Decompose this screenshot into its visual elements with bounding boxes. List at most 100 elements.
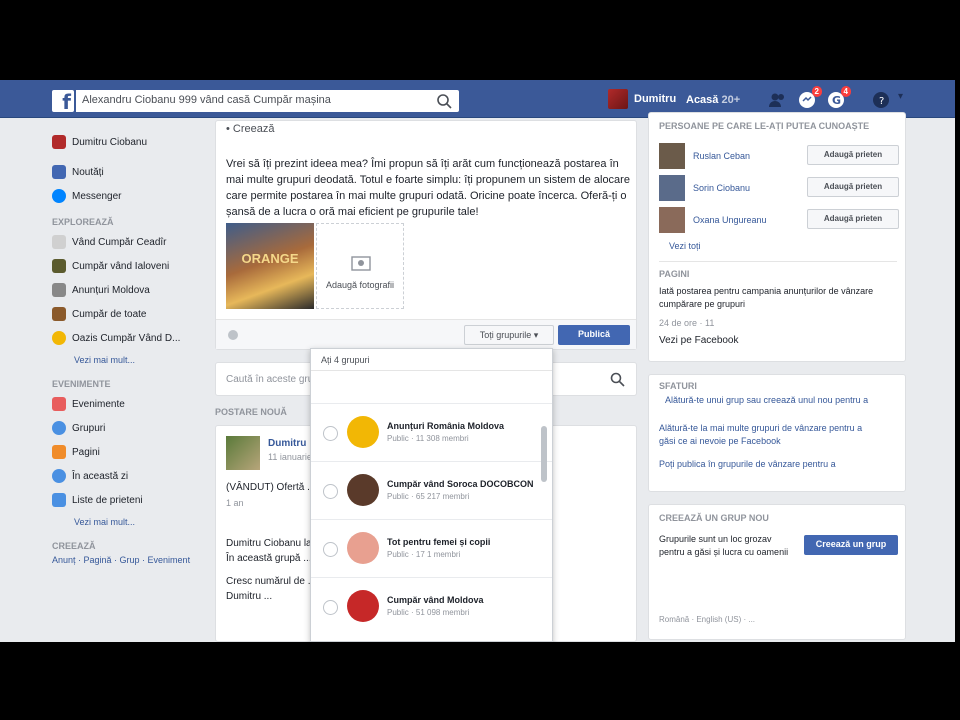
group-option[interactable]: Tot pentru femei și copii Public · 17 1 …	[311, 519, 552, 577]
add-photo-button[interactable]: Adaugă fotografii	[316, 223, 404, 309]
sidebar-item-on-this-day[interactable]: În această zi	[52, 464, 202, 488]
avatar[interactable]	[226, 436, 260, 470]
group-radio[interactable]	[323, 426, 338, 441]
sidebar-item-events[interactable]: Evenimente	[52, 392, 202, 416]
explore-see-more[interactable]: Vezi mai mult...	[52, 350, 202, 370]
language-links[interactable]: Română · English (US) · ...	[659, 615, 755, 624]
home-count: 20+	[721, 94, 741, 106]
tip-line[interactable]: găsi ce ai nevoie pe Facebook	[659, 436, 781, 446]
sidebar-item-label: Cumpăr vând Ialoveni	[72, 260, 170, 272]
suggest-header: PERSOANE PE CARE LE-AȚI PUTEA CUNOAȘTE	[659, 121, 870, 131]
friend-requests-icon[interactable]	[768, 91, 786, 109]
group-option-name: Tot pentru femei și copii	[387, 537, 491, 547]
group-option-name: Anunțuri România Moldova	[387, 421, 504, 431]
sidebar-item-news-feed[interactable]: Noutăți	[52, 160, 202, 184]
messages-icon[interactable]: 2	[798, 86, 822, 109]
notifications-badge: 4	[840, 86, 851, 97]
person-row: Ruslan Ceban Adaugă prieten	[659, 143, 899, 171]
groups-icon	[52, 421, 66, 435]
help-icon[interactable]: ?	[872, 91, 890, 109]
post-text-line: Dumitru Ciobanu la ...	[226, 538, 323, 549]
composer-textarea[interactable]: Vrei să îți prezint ideea mea? Îmi propu…	[226, 156, 630, 220]
pages-header: PAGINI	[659, 269, 690, 279]
create-group-button[interactable]: Creează un grup	[804, 535, 898, 555]
facebook-window: f Alexandru Ciobanu 999 vând casă Cumpăr…	[0, 80, 955, 642]
add-friend-button[interactable]: Adaugă prieten	[807, 209, 899, 229]
sidebar-item-groups[interactable]: Grupuri	[52, 416, 202, 440]
sidebar-profile-label: Dumitru Ciobanu	[72, 136, 148, 148]
publish-button[interactable]: Publică	[558, 325, 630, 345]
search-input[interactable]: Alexandru Ciobanu 999 vând casă Cumpăr m…	[76, 90, 459, 112]
sidebar-item-messenger[interactable]: Messenger	[52, 184, 202, 208]
tip-line[interactable]: Alătură-te la mai multe grupuri de vânza…	[659, 423, 862, 433]
person-name[interactable]: Oxana Ungureanu	[693, 215, 767, 225]
group-option[interactable]: Cumpăr vând Moldova Public · 51 098 memb…	[311, 577, 552, 635]
search-icon	[610, 372, 625, 387]
attached-photo[interactable]	[226, 223, 314, 309]
tip-line[interactable]: Poți publica în grupurile de vânzare pen…	[659, 459, 836, 469]
person-name[interactable]: Ruslan Ceban	[693, 151, 750, 161]
post-text-line: 1 an	[226, 498, 244, 508]
feed-section-label: POSTARE NOUĂ	[215, 407, 287, 417]
sidebar-group-item[interactable]: Cumpăr vând Ialoveni	[52, 254, 202, 278]
group-avatar	[347, 416, 379, 448]
group-option[interactable]: Cumpăr vând Soroca DOCOBCON Public · 65 …	[311, 461, 552, 519]
sidebar-profile[interactable]: Dumitru Ciobanu	[52, 130, 202, 154]
dropdown-scrollbar[interactable]	[541, 426, 547, 482]
sidebar-item-label: Cumpăr de toate	[72, 308, 147, 320]
group-avatar	[347, 532, 379, 564]
people-suggestions-card: PERSOANE PE CARE LE-AȚI PUTEA CUNOAȘTE R…	[648, 112, 906, 362]
group-radio[interactable]	[323, 484, 338, 499]
sidebar-item-friend-lists[interactable]: Liste de prieteni	[52, 488, 202, 512]
facebook-logo[interactable]: f	[52, 90, 74, 112]
home-link[interactable]: Acasă 20+	[686, 94, 740, 106]
news-feed-icon	[52, 165, 66, 179]
see-all-link[interactable]: Vezi toți	[669, 241, 701, 251]
avatar[interactable]	[659, 175, 685, 201]
chevron-down-icon: ▾	[533, 330, 539, 340]
sidebar-group-item[interactable]: Cumpăr de toate	[52, 302, 202, 326]
svg-text:?: ?	[879, 96, 884, 107]
sidebar-item-label: Noutăți	[72, 166, 104, 178]
create-group-text: Grupurile sunt un loc grozav pentru a gă…	[659, 534, 789, 557]
left-sidebar: Dumitru Ciobanu Noutăți Messenger EXPLOR…	[52, 130, 202, 567]
pages-link[interactable]: Vezi pe Facebook	[659, 335, 739, 346]
add-friend-button[interactable]: Adaugă prieten	[807, 177, 899, 197]
flag-icon	[52, 445, 66, 459]
search-button[interactable]	[431, 90, 459, 112]
notifications-icon[interactable]: G 4	[827, 86, 851, 109]
audience-selector[interactable]: Toți grupurile ▾	[464, 325, 554, 345]
avatar[interactable]	[659, 143, 685, 169]
sidebar-item-label: În această zi	[72, 470, 129, 482]
post-text-line: În această grupă ...	[226, 553, 312, 564]
sidebar-item-label: Evenimente	[72, 398, 125, 410]
sidebar-group-item[interactable]: Anunțuri Moldova	[52, 278, 202, 302]
tips-header: SFATURI	[659, 381, 697, 391]
profile-link[interactable]: Dumitru	[608, 89, 676, 109]
group-icon	[52, 307, 66, 321]
group-option[interactable]: Anunțuri România Moldova Public · 11 308…	[311, 403, 552, 461]
sidebar-group-item[interactable]: Oazis Cumpăr Vând D...	[52, 326, 202, 350]
post-timestamp[interactable]: 11 ianuarie	[268, 452, 312, 462]
avatar[interactable]	[659, 207, 685, 233]
sidebar-item-label: Pagini	[72, 446, 100, 458]
group-icon	[52, 235, 66, 249]
group-option-meta: Public · 17 1 membri	[387, 550, 461, 559]
sidebar-group-item[interactable]: Vând Cumpăr Ceadîr	[52, 230, 202, 254]
post-author[interactable]: Dumitru	[268, 438, 306, 449]
group-radio[interactable]	[323, 542, 338, 557]
events-see-more[interactable]: Vezi mai mult...	[52, 512, 202, 532]
sidebar-item-pages[interactable]: Pagini	[52, 440, 202, 464]
tip-line[interactable]: Alătură-te unui grup sau creează unul no…	[665, 395, 868, 405]
pages-meta: 24 de ore · 11	[659, 318, 715, 328]
group-select-dropdown: Ați 4 grupuri Anunțuri România Moldova P…	[310, 348, 553, 642]
account-menu-icon[interactable]: ▾	[898, 91, 916, 109]
create-links[interactable]: Anunț · Pagină · Grup · Eveniment	[52, 554, 202, 567]
post-text-line: Cresc numărul de ...	[226, 576, 317, 587]
group-radio[interactable]	[323, 600, 338, 615]
emoji-icon[interactable]	[228, 330, 238, 340]
add-friend-button[interactable]: Adaugă prieten	[807, 145, 899, 165]
person-name[interactable]: Sorin Ciobanu	[693, 183, 750, 193]
home-label: Acasă	[686, 94, 719, 106]
explore-header: EXPLOREAZĂ	[52, 217, 114, 227]
